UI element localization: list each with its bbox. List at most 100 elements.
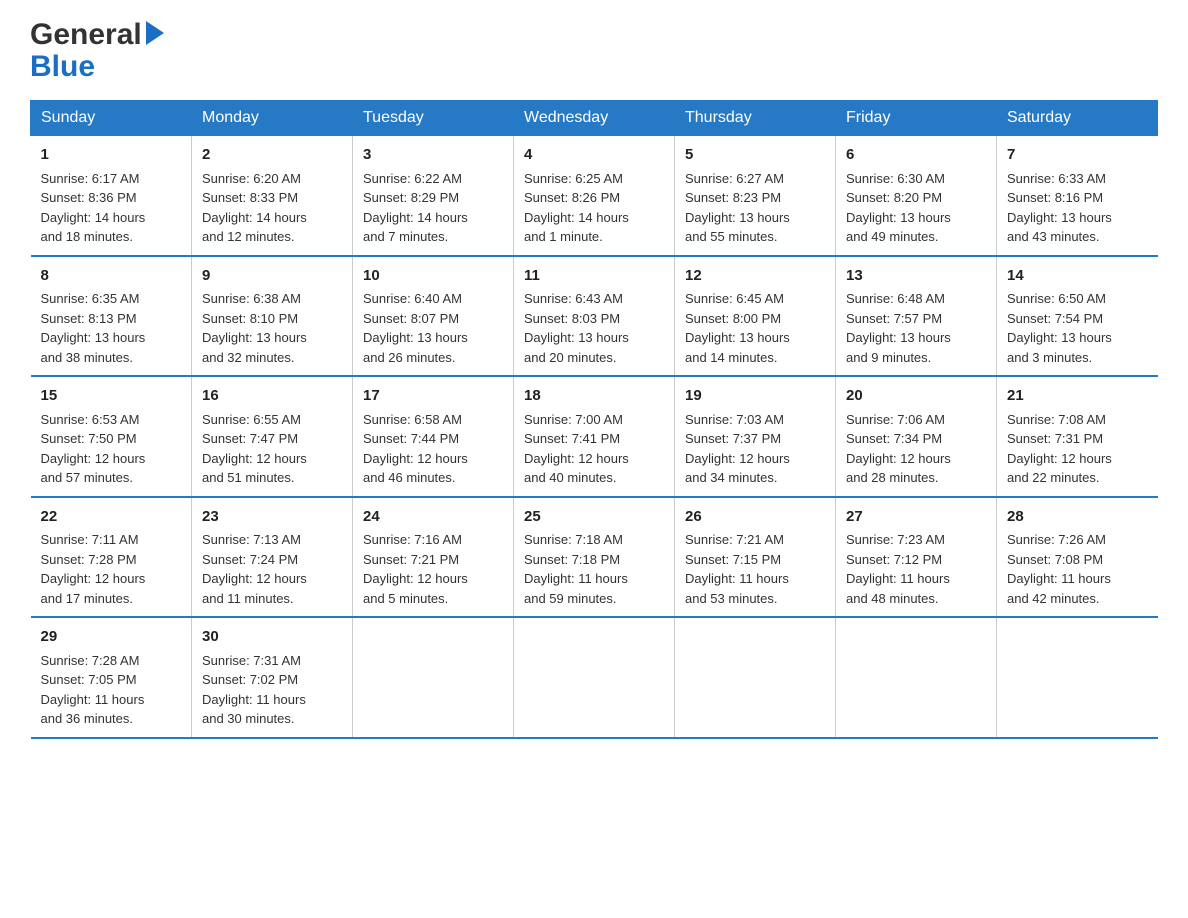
week-row-5: 29Sunrise: 7:28 AM Sunset: 7:05 PM Dayli… — [31, 617, 1158, 738]
day-number: 24 — [363, 506, 503, 529]
day-info: Sunrise: 6:17 AM Sunset: 8:36 PM Dayligh… — [41, 169, 182, 247]
day-number: 7 — [1007, 144, 1148, 167]
day-cell: 6Sunrise: 6:30 AM Sunset: 8:20 PM Daylig… — [836, 136, 997, 256]
day-info: Sunrise: 7:08 AM Sunset: 7:31 PM Dayligh… — [1007, 410, 1148, 488]
day-cell — [514, 617, 675, 738]
day-info: Sunrise: 7:23 AM Sunset: 7:12 PM Dayligh… — [846, 530, 986, 608]
logo-blue: Blue — [30, 50, 95, 84]
header-day-tuesday: Tuesday — [353, 101, 514, 136]
day-info: Sunrise: 6:27 AM Sunset: 8:23 PM Dayligh… — [685, 169, 825, 247]
day-info: Sunrise: 6:25 AM Sunset: 8:26 PM Dayligh… — [524, 169, 664, 247]
day-cell: 2Sunrise: 6:20 AM Sunset: 8:33 PM Daylig… — [192, 136, 353, 256]
day-number: 6 — [846, 144, 986, 167]
day-info: Sunrise: 7:00 AM Sunset: 7:41 PM Dayligh… — [524, 410, 664, 488]
day-info: Sunrise: 7:13 AM Sunset: 7:24 PM Dayligh… — [202, 530, 342, 608]
week-row-3: 15Sunrise: 6:53 AM Sunset: 7:50 PM Dayli… — [31, 376, 1158, 497]
logo-general: General — [30, 20, 142, 50]
day-number: 28 — [1007, 506, 1148, 529]
day-cell — [353, 617, 514, 738]
day-info: Sunrise: 6:30 AM Sunset: 8:20 PM Dayligh… — [846, 169, 986, 247]
day-info: Sunrise: 7:06 AM Sunset: 7:34 PM Dayligh… — [846, 410, 986, 488]
day-number: 4 — [524, 144, 664, 167]
day-number: 26 — [685, 506, 825, 529]
day-cell: 18Sunrise: 7:00 AM Sunset: 7:41 PM Dayli… — [514, 376, 675, 497]
day-info: Sunrise: 7:18 AM Sunset: 7:18 PM Dayligh… — [524, 530, 664, 608]
day-cell: 22Sunrise: 7:11 AM Sunset: 7:28 PM Dayli… — [31, 497, 192, 618]
day-cell: 20Sunrise: 7:06 AM Sunset: 7:34 PM Dayli… — [836, 376, 997, 497]
day-cell: 9Sunrise: 6:38 AM Sunset: 8:10 PM Daylig… — [192, 256, 353, 377]
day-number: 17 — [363, 385, 503, 408]
week-row-2: 8Sunrise: 6:35 AM Sunset: 8:13 PM Daylig… — [31, 256, 1158, 377]
day-number: 18 — [524, 385, 664, 408]
day-info: Sunrise: 6:48 AM Sunset: 7:57 PM Dayligh… — [846, 289, 986, 367]
day-number: 9 — [202, 265, 342, 288]
logo: General Blue — [30, 20, 164, 84]
day-cell — [675, 617, 836, 738]
logo-arrow-icon — [146, 21, 164, 45]
day-cell: 14Sunrise: 6:50 AM Sunset: 7:54 PM Dayli… — [997, 256, 1158, 377]
day-number: 21 — [1007, 385, 1148, 408]
day-cell: 26Sunrise: 7:21 AM Sunset: 7:15 PM Dayli… — [675, 497, 836, 618]
calendar-body: 1Sunrise: 6:17 AM Sunset: 8:36 PM Daylig… — [31, 136, 1158, 738]
day-number: 14 — [1007, 265, 1148, 288]
day-number: 12 — [685, 265, 825, 288]
day-info: Sunrise: 6:50 AM Sunset: 7:54 PM Dayligh… — [1007, 289, 1148, 367]
day-info: Sunrise: 7:03 AM Sunset: 7:37 PM Dayligh… — [685, 410, 825, 488]
day-number: 5 — [685, 144, 825, 167]
day-number: 8 — [41, 265, 182, 288]
day-number: 29 — [41, 626, 182, 649]
day-number: 10 — [363, 265, 503, 288]
day-cell: 13Sunrise: 6:48 AM Sunset: 7:57 PM Dayli… — [836, 256, 997, 377]
header-day-monday: Monday — [192, 101, 353, 136]
day-info: Sunrise: 6:58 AM Sunset: 7:44 PM Dayligh… — [363, 410, 503, 488]
day-cell: 7Sunrise: 6:33 AM Sunset: 8:16 PM Daylig… — [997, 136, 1158, 256]
day-cell: 28Sunrise: 7:26 AM Sunset: 7:08 PM Dayli… — [997, 497, 1158, 618]
day-info: Sunrise: 6:20 AM Sunset: 8:33 PM Dayligh… — [202, 169, 342, 247]
day-info: Sunrise: 7:28 AM Sunset: 7:05 PM Dayligh… — [41, 651, 182, 729]
day-info: Sunrise: 7:21 AM Sunset: 7:15 PM Dayligh… — [685, 530, 825, 608]
day-info: Sunrise: 7:26 AM Sunset: 7:08 PM Dayligh… — [1007, 530, 1148, 608]
day-number: 11 — [524, 265, 664, 288]
day-cell: 27Sunrise: 7:23 AM Sunset: 7:12 PM Dayli… — [836, 497, 997, 618]
day-cell: 8Sunrise: 6:35 AM Sunset: 8:13 PM Daylig… — [31, 256, 192, 377]
week-row-1: 1Sunrise: 6:17 AM Sunset: 8:36 PM Daylig… — [31, 136, 1158, 256]
day-cell: 25Sunrise: 7:18 AM Sunset: 7:18 PM Dayli… — [514, 497, 675, 618]
day-number: 2 — [202, 144, 342, 167]
header-day-wednesday: Wednesday — [514, 101, 675, 136]
day-cell: 19Sunrise: 7:03 AM Sunset: 7:37 PM Dayli… — [675, 376, 836, 497]
day-info: Sunrise: 7:16 AM Sunset: 7:21 PM Dayligh… — [363, 530, 503, 608]
day-cell: 16Sunrise: 6:55 AM Sunset: 7:47 PM Dayli… — [192, 376, 353, 497]
header-day-saturday: Saturday — [997, 101, 1158, 136]
day-info: Sunrise: 6:43 AM Sunset: 8:03 PM Dayligh… — [524, 289, 664, 367]
day-number: 1 — [41, 144, 182, 167]
day-cell: 4Sunrise: 6:25 AM Sunset: 8:26 PM Daylig… — [514, 136, 675, 256]
day-number: 19 — [685, 385, 825, 408]
day-info: Sunrise: 6:53 AM Sunset: 7:50 PM Dayligh… — [41, 410, 182, 488]
day-info: Sunrise: 6:55 AM Sunset: 7:47 PM Dayligh… — [202, 410, 342, 488]
day-number: 3 — [363, 144, 503, 167]
day-cell: 30Sunrise: 7:31 AM Sunset: 7:02 PM Dayli… — [192, 617, 353, 738]
day-number: 13 — [846, 265, 986, 288]
day-number: 15 — [41, 385, 182, 408]
day-cell: 23Sunrise: 7:13 AM Sunset: 7:24 PM Dayli… — [192, 497, 353, 618]
day-cell: 29Sunrise: 7:28 AM Sunset: 7:05 PM Dayli… — [31, 617, 192, 738]
header-day-sunday: Sunday — [31, 101, 192, 136]
day-info: Sunrise: 7:11 AM Sunset: 7:28 PM Dayligh… — [41, 530, 182, 608]
day-number: 22 — [41, 506, 182, 529]
day-cell: 1Sunrise: 6:17 AM Sunset: 8:36 PM Daylig… — [31, 136, 192, 256]
day-info: Sunrise: 6:35 AM Sunset: 8:13 PM Dayligh… — [41, 289, 182, 367]
day-number: 16 — [202, 385, 342, 408]
header-row: SundayMondayTuesdayWednesdayThursdayFrid… — [31, 101, 1158, 136]
day-cell: 17Sunrise: 6:58 AM Sunset: 7:44 PM Dayli… — [353, 376, 514, 497]
day-cell: 21Sunrise: 7:08 AM Sunset: 7:31 PM Dayli… — [997, 376, 1158, 497]
day-cell: 10Sunrise: 6:40 AM Sunset: 8:07 PM Dayli… — [353, 256, 514, 377]
day-info: Sunrise: 7:31 AM Sunset: 7:02 PM Dayligh… — [202, 651, 342, 729]
day-cell: 11Sunrise: 6:43 AM Sunset: 8:03 PM Dayli… — [514, 256, 675, 377]
day-number: 30 — [202, 626, 342, 649]
day-cell: 24Sunrise: 7:16 AM Sunset: 7:21 PM Dayli… — [353, 497, 514, 618]
day-info: Sunrise: 6:33 AM Sunset: 8:16 PM Dayligh… — [1007, 169, 1148, 247]
week-row-4: 22Sunrise: 7:11 AM Sunset: 7:28 PM Dayli… — [31, 497, 1158, 618]
day-number: 27 — [846, 506, 986, 529]
day-cell: 12Sunrise: 6:45 AM Sunset: 8:00 PM Dayli… — [675, 256, 836, 377]
header-day-friday: Friday — [836, 101, 997, 136]
